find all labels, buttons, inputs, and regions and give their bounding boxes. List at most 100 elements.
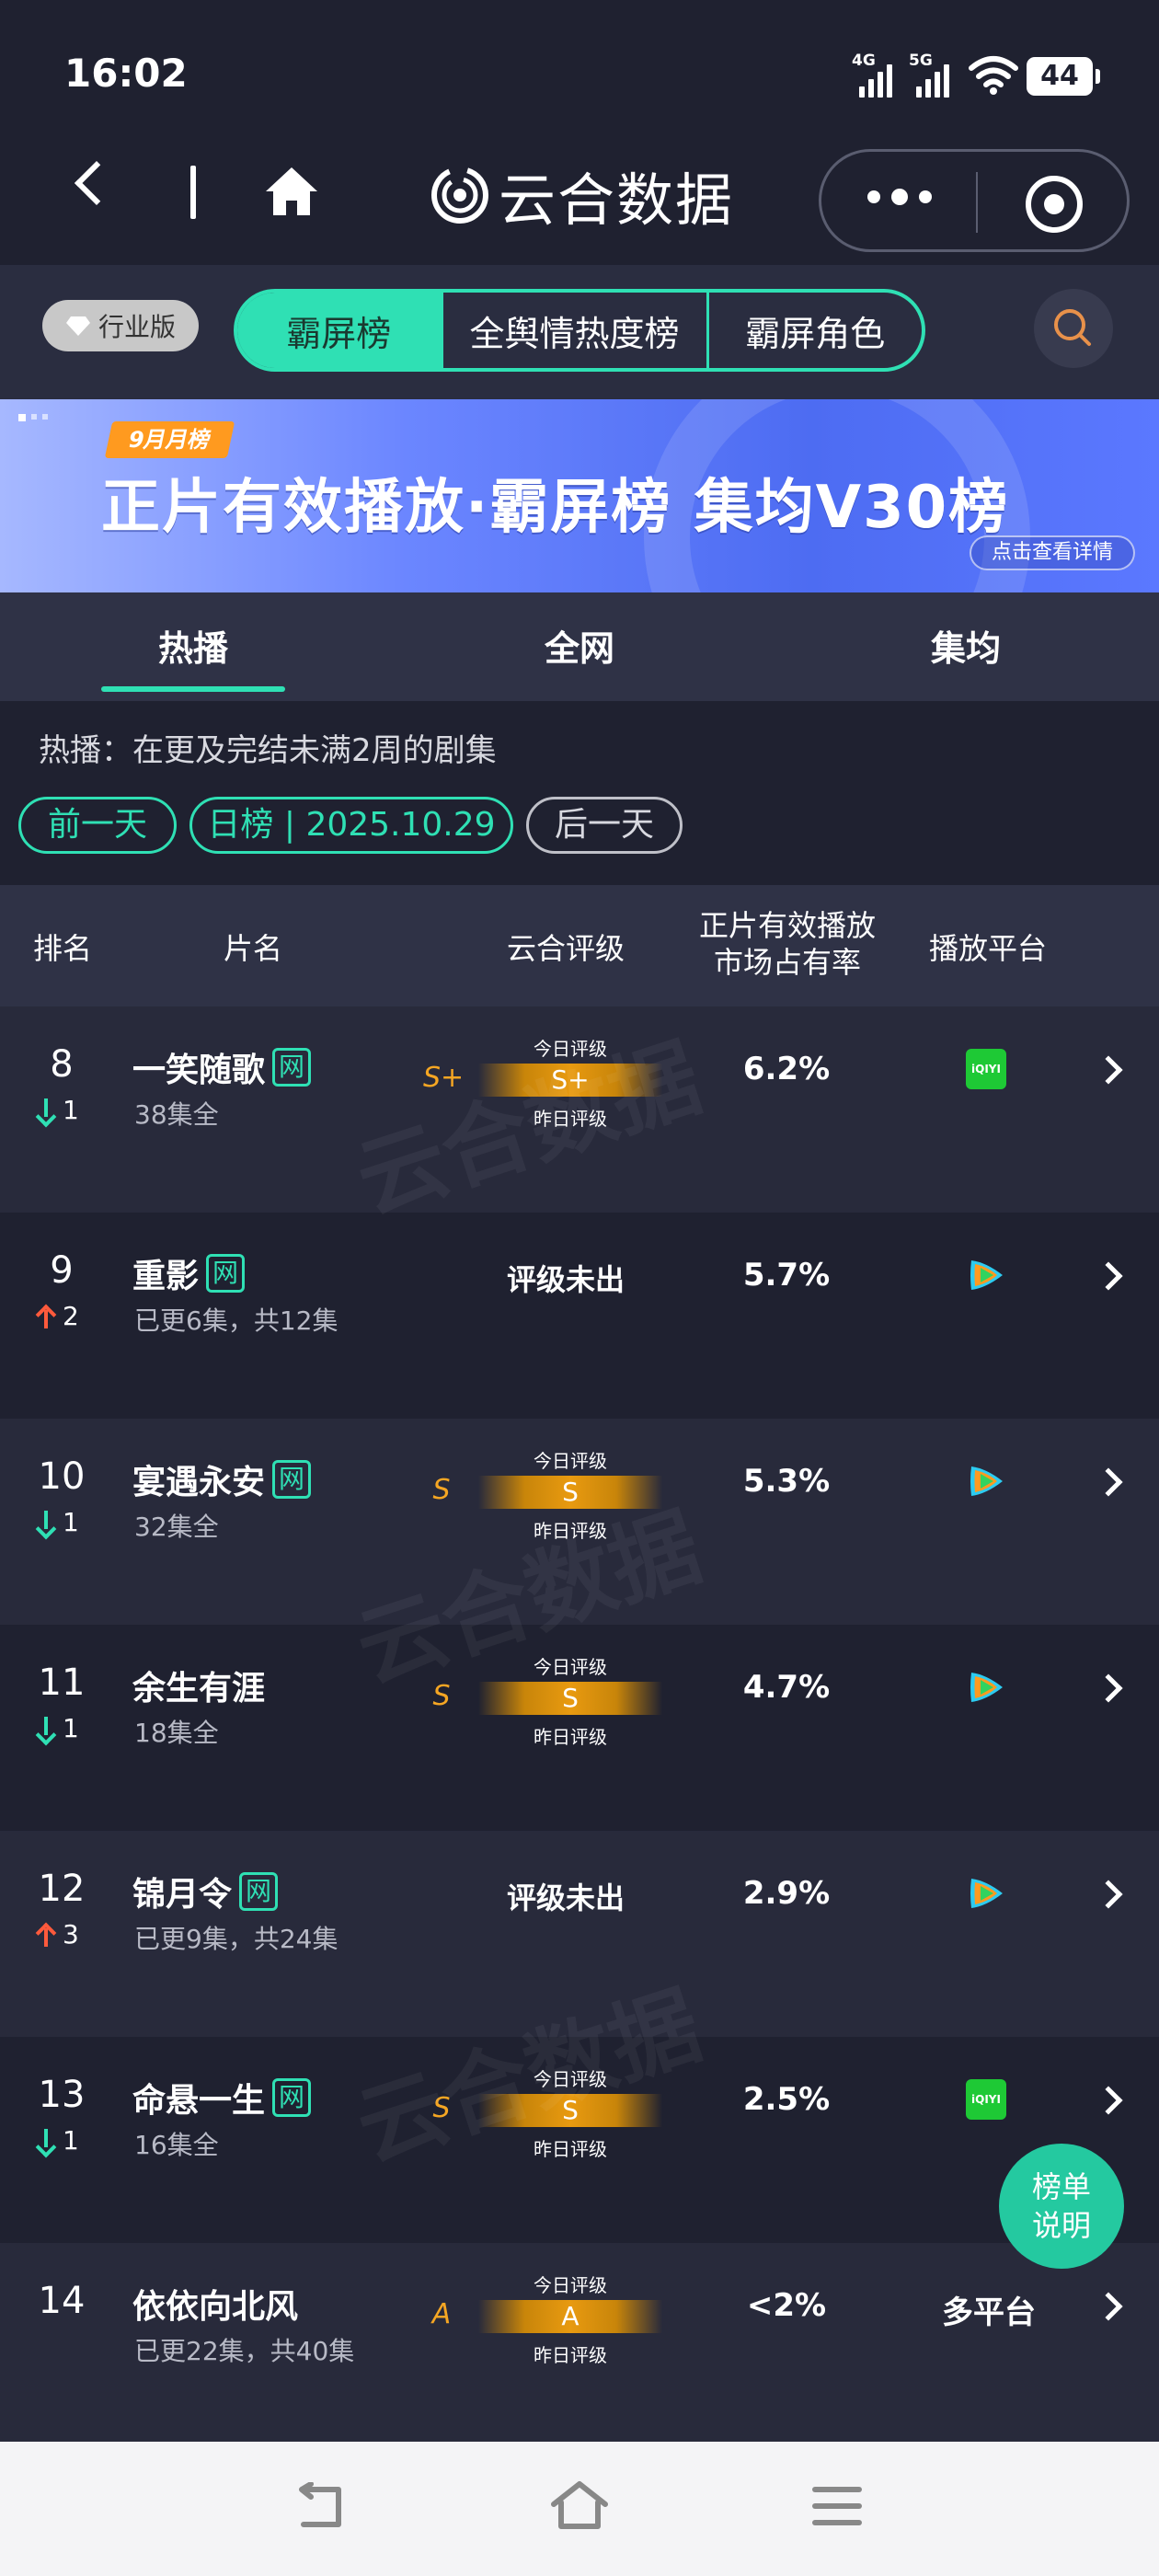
brand: 云合数据: [430, 158, 734, 234]
grade-letter: S: [432, 1680, 451, 1712]
market-share: 5.7%: [742, 1257, 831, 1294]
signal-4g-icon: 4G: [852, 52, 898, 98]
rank-number: 11: [38, 1662, 86, 1704]
app: 16:02 4G 5G 44 云合数据 行业版 霸屏榜 全舆情热度榜 霸屏角色 …: [0, 0, 1159, 2576]
search-button[interactable]: [1034, 289, 1113, 368]
tencent-video-icon: [970, 1673, 1003, 1702]
ranking-tabs: 霸屏榜 全舆情热度榜 霸屏角色: [234, 289, 925, 372]
grade-letter: S+: [423, 1062, 465, 1094]
show-title-text: 一笑随歌: [132, 1052, 266, 1089]
rank-number: 14: [38, 2280, 86, 2322]
nav-divider: [190, 166, 196, 219]
iqiyi-icon: iQIYI: [966, 1049, 1006, 1089]
table-row[interactable]: 13 1 命悬一生网 16集全 S 今日评级 S 昨日评级 2.5% iQIYI: [0, 2037, 1159, 2243]
wifi-icon: [969, 56, 1018, 95]
show-title[interactable]: 余生有涯: [132, 1662, 265, 1709]
diamond-icon: [65, 316, 90, 336]
episode-status: 已更22集，共40集: [134, 2336, 355, 2366]
rank-change: 3: [37, 1919, 79, 1949]
rating-bar: S: [478, 1682, 662, 1715]
network-drama-badge: 网: [272, 1048, 312, 1087]
banner-detail-link[interactable]: 点击查看详情: [970, 535, 1135, 570]
grade-letter: A: [431, 2298, 452, 2330]
rank-change: 1: [37, 2125, 79, 2156]
industry-edition-label: 行业版: [98, 312, 176, 342]
table-row[interactable]: 11 1 余生有涯 18集全 S 今日评级 S 昨日评级 4.7%: [0, 1625, 1159, 1831]
episode-status: 已更9集，共24集: [134, 1924, 339, 1954]
show-title[interactable]: 命悬一生网: [132, 2074, 312, 2122]
header-share: 正片有效播放 市场占有率: [698, 908, 876, 980]
header-platform: 播放平台: [928, 931, 1047, 966]
rating-value: S: [562, 2095, 579, 2125]
network-drama-badge: 网: [272, 2078, 312, 2117]
arrow-up-icon: [37, 1923, 55, 1947]
close-miniapp-icon[interactable]: [1026, 176, 1083, 233]
brand-title: 云合数据: [499, 167, 735, 234]
table-row[interactable]: 8 1 一笑随歌网 38集全 S+ 今日评级 S+ 昨日评级 6.2% iQIYI: [0, 1006, 1159, 1213]
subtab-hot[interactable]: 热播: [101, 620, 285, 671]
chevron-right-icon[interactable]: [1094, 1467, 1123, 1497]
rating-bar: S: [478, 1476, 662, 1509]
chevron-right-icon[interactable]: [1094, 1055, 1123, 1085]
chevron-right-icon[interactable]: [1094, 1261, 1123, 1291]
yesterday-rating-label: 昨日评级: [534, 2138, 607, 2160]
date-picker[interactable]: 日榜 | 2025.10.29: [189, 797, 513, 854]
table-row[interactable]: 10 1 宴遇永安网 32集全 S 今日评级 S 昨日评级 5.3%: [0, 1419, 1159, 1625]
system-menu-icon[interactable]: [811, 2482, 863, 2530]
table-row[interactable]: 9 2 重影网已更6集，共12集 评级未出 5.7%: [0, 1213, 1159, 1419]
list-explanation-button[interactable]: 榜单 说明: [999, 2144, 1124, 2269]
episode-status: 18集全: [134, 1718, 219, 1748]
banner-tag: 9月月榜: [104, 421, 235, 458]
chevron-right-icon[interactable]: [1094, 1880, 1123, 1909]
rank-number: 9: [50, 1249, 74, 1292]
yesterday-rating-label: 昨日评级: [534, 2344, 607, 2366]
system-home-icon[interactable]: [548, 2478, 611, 2534]
industry-edition-button[interactable]: 行业版: [42, 300, 199, 351]
iqiyi-icon: iQIYI: [966, 2079, 1006, 2120]
rating-bar: S: [478, 2094, 662, 2127]
chevron-right-icon[interactable]: [1094, 2086, 1123, 2115]
rating-value: A: [561, 2301, 580, 2331]
system-back-icon[interactable]: [291, 2482, 350, 2534]
market-share: 6.2%: [742, 1051, 831, 1087]
prev-day-button[interactable]: 前一天: [18, 797, 177, 854]
rating-pending: 评级未出: [506, 1880, 625, 1915]
home-icon[interactable]: [262, 162, 321, 221]
rank-number: 10: [38, 1455, 86, 1498]
list-description: 热播：在更及完结未满2周的剧集: [39, 732, 497, 769]
subtab-per-episode[interactable]: 集均: [874, 620, 1058, 671]
rank-change: 2: [37, 1301, 79, 1331]
header-name: 片名: [223, 931, 282, 966]
show-title[interactable]: 一笑随歌网: [132, 1043, 312, 1091]
subtab-all-network[interactable]: 全网: [488, 620, 671, 671]
episode-status: 32集全: [134, 1512, 219, 1542]
rating-pending: 评级未出: [506, 1262, 625, 1297]
next-day-button[interactable]: 后一天: [526, 797, 683, 854]
show-title[interactable]: 重影网: [132, 1249, 246, 1297]
show-title[interactable]: 依依向北风: [132, 2280, 298, 2328]
table-row[interactable]: 14 依依向北风 已更22集，共40集 A 今日评级 A 昨日评级 <2% 多平台: [0, 2243, 1159, 2449]
more-icon[interactable]: [867, 189, 932, 205]
table-row[interactable]: 12 3 锦月令网已更9集，共24集 评级未出 2.9%: [0, 1831, 1159, 2037]
chevron-right-icon[interactable]: [1094, 2292, 1123, 2321]
today-rating-label: 今日评级: [534, 1038, 607, 1060]
tencent-video-icon: [970, 1466, 1003, 1496]
show-title-text: 宴遇永安: [132, 1464, 266, 1501]
system-nav-bar: [0, 2442, 1159, 2576]
show-title[interactable]: 宴遇永安网: [132, 1455, 312, 1503]
market-share: 2.9%: [742, 1875, 831, 1912]
back-icon[interactable]: [74, 160, 120, 206]
chevron-right-icon[interactable]: [1094, 1673, 1123, 1703]
network-drama-badge: 网: [239, 1872, 279, 1911]
rank-change-value: 1: [63, 1095, 79, 1125]
tab-roles[interactable]: 霸屏角色: [709, 293, 922, 368]
yesterday-rating-label: 昨日评级: [534, 1726, 607, 1748]
tab-screen-domination[interactable]: 霸屏榜: [237, 293, 443, 368]
show-title[interactable]: 锦月令网: [132, 1868, 279, 1915]
yesterday-rating-label: 昨日评级: [534, 1520, 607, 1542]
tab-public-opinion[interactable]: 全舆情热度榜: [443, 293, 709, 368]
miniapp-capsule: [819, 149, 1130, 252]
market-share: 5.3%: [742, 1463, 831, 1500]
status-time: 16:02: [64, 51, 188, 96]
episode-status: 38集全: [134, 1099, 219, 1130]
